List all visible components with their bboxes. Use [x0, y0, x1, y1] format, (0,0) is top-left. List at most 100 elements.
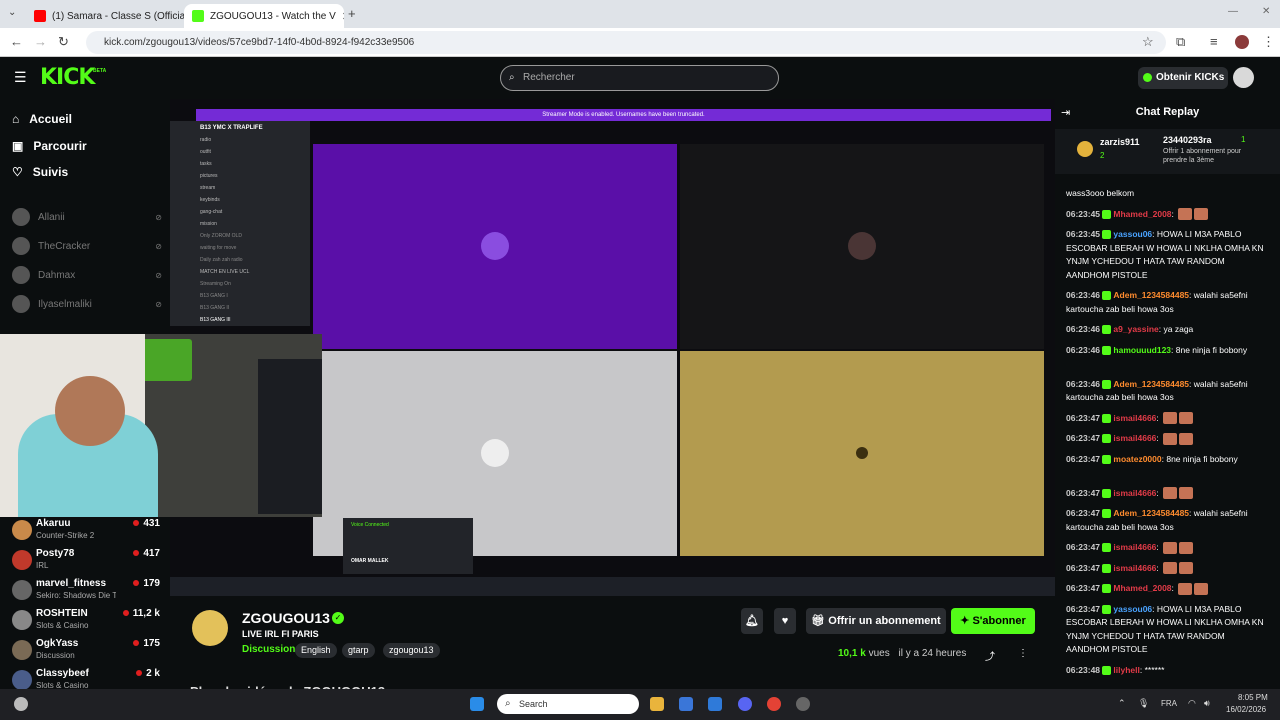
windows-start-icon[interactable] [470, 697, 484, 711]
obs-icon[interactable] [796, 697, 810, 711]
taskbar-search-label: Search [519, 699, 548, 709]
weather-icon[interactable] [14, 697, 28, 711]
chat-message: 06:23:46 a9_yassine: ya zaga [1066, 324, 1194, 335]
avatar [12, 640, 32, 660]
forward-icon[interactable]: → [34, 34, 47, 49]
file-explorer-icon[interactable] [650, 697, 664, 711]
channel-name: Dahmax [38, 269, 76, 281]
recommended-channel[interactable]: Posty78 IRL 417 [10, 546, 160, 576]
tag-pill[interactable]: gtarp [342, 643, 375, 658]
offline-icon: ⊘ [155, 270, 162, 280]
followed-channel[interactable]: Allanii ⊘ [12, 208, 162, 226]
message-username[interactable]: Mhamed_2008 [1113, 209, 1171, 219]
message-username[interactable]: Adem_1234584485 [1113, 290, 1189, 300]
sidebar-item-parcourir[interactable]: ▣ Parcourir [12, 139, 87, 153]
video-tile-purple [313, 144, 677, 349]
message-username[interactable]: ismail4666 [1113, 542, 1156, 552]
pinned-gifters: zarzis911 2 23440293ra 1 Offrir 1 abonne… [1055, 129, 1280, 174]
followed-channel[interactable]: TheCracker ⊘ [12, 237, 162, 255]
message-username[interactable]: ismail4666 [1113, 563, 1156, 573]
search-placeholder: Rechercher [523, 72, 575, 83]
store-icon[interactable] [679, 697, 693, 711]
profile-avatar[interactable] [1235, 35, 1249, 49]
emote-icon [1163, 541, 1178, 554]
chevron-up-icon[interactable]: ⌃ [1118, 698, 1126, 709]
tab-kick[interactable]: ZGOUGOU13 - Watch the V ✕ [184, 4, 344, 28]
message-text: ****** [1144, 664, 1165, 675]
recommended-channel[interactable]: OgkYass Discussion 175 [10, 636, 160, 666]
emote-icon [1163, 487, 1178, 500]
tab-youtube[interactable]: (1) Samara - Classe S (Official M ✕ [26, 4, 184, 28]
followed-channel[interactable]: Ilyaselmaliki ⊘ [12, 295, 162, 313]
browser-menu-icon[interactable]: ⋮ [1262, 34, 1275, 50]
user-avatar[interactable] [1233, 67, 1254, 88]
edge-icon[interactable] [708, 697, 722, 711]
notification-bell-button[interactable]: 🔔︎ [741, 608, 763, 634]
message-time: 06:23:47 [1066, 562, 1101, 573]
message-username[interactable]: ismail4666 [1113, 413, 1156, 423]
get-kicks-button[interactable]: Obtenir KICKs [1138, 67, 1228, 89]
message-username[interactable]: yassou06 [1113, 229, 1152, 239]
message-username[interactable]: Adem_1234584485 [1113, 379, 1189, 389]
url-field[interactable]: kick.com/zgougou13/videos/57ce9bd7-14f0-… [86, 31, 1166, 54]
message-username[interactable]: yassou06 [1113, 604, 1152, 614]
language-indicator[interactable]: FRA [1161, 699, 1177, 708]
subscribe-button[interactable]: ✦ S'abonner [951, 608, 1035, 634]
channel-item: B13 GANG I [200, 293, 228, 299]
close-window-icon[interactable]: ✕ [1262, 6, 1270, 17]
follow-heart-button[interactable]: ♥ [774, 608, 796, 634]
kick-logo[interactable]: KICK [40, 65, 95, 90]
message-username[interactable]: ismail4666 [1113, 433, 1156, 443]
category-link[interactable]: Discussion [242, 644, 295, 655]
taskbar-search[interactable]: ⌕ Search [497, 694, 639, 714]
message-username[interactable]: Mhamed_2008 [1113, 583, 1171, 593]
wifi-icon[interactable]: ◠ [1188, 698, 1196, 709]
message-username[interactable]: hamouuud123 [1113, 345, 1171, 355]
hamburger-icon[interactable]: ☰ [14, 69, 27, 86]
recommended-channel[interactable]: Akaruu Counter-Strike 2 431 [10, 516, 160, 546]
clock-date[interactable]: 16/02/2026 [1226, 705, 1266, 714]
mic-icon[interactable]: 🎙︎ [1138, 698, 1149, 709]
back-icon[interactable]: ← [10, 34, 23, 49]
offline-icon: ⊘ [155, 299, 162, 309]
more-options-icon[interactable]: ⋮ [1018, 648, 1028, 659]
sidebar-item-suivis[interactable]: ♡ Suivis [12, 165, 68, 179]
recommended-channel[interactable]: marvel_fitness Sekiro: Shadows Die T... … [10, 576, 160, 606]
channel-item: Streaming On [200, 281, 231, 287]
gift-sub-button[interactable]: 🎁︎ Offrir un abonnement [806, 608, 946, 634]
reading-list-icon[interactable]: ≡ [1210, 34, 1218, 49]
minimize-icon[interactable]: — [1228, 6, 1238, 17]
channel-item: tasks [200, 161, 212, 167]
heart-icon: ♡ [12, 165, 23, 179]
share-icon[interactable]: ⤴ [985, 648, 995, 663]
channel-name: OgkYass [36, 638, 79, 649]
followed-channel[interactable]: Dahmax ⊘ [12, 266, 162, 284]
message-username[interactable]: ismail4666 [1113, 488, 1156, 498]
beta-label: BETA [93, 68, 107, 74]
tag-pill[interactable]: English [295, 643, 337, 658]
discord-icon[interactable] [738, 697, 752, 711]
new-tab-icon[interactable]: + [348, 6, 356, 21]
offline-icon: ⊘ [155, 212, 162, 222]
message-username[interactable]: lilyhell [1113, 665, 1139, 675]
message-username[interactable]: moatez0000 [1113, 454, 1161, 464]
tag-pill[interactable]: zgougou13 [383, 643, 440, 658]
bookmark-star-icon[interactable]: ☆ [1142, 34, 1154, 50]
emote-icon [1179, 541, 1194, 554]
streamer-avatar[interactable] [192, 610, 228, 646]
extensions-icon[interactable]: ⧉ [1176, 34, 1185, 50]
sidebar-item-accueil[interactable]: ⌂ Accueil [12, 112, 72, 126]
volume-icon[interactable]: 🔊︎ [1204, 698, 1210, 709]
message-text: 8ne ninja fi bobony [1166, 453, 1238, 464]
recommended-channel[interactable]: ROSHTEIN Slots & Casino 11,2 k [10, 606, 160, 636]
tab-menu-icon[interactable]: ⌄ [8, 7, 16, 18]
streamer-name[interactable]: ZGOUGOU13 [242, 610, 330, 626]
chrome-icon[interactable] [767, 697, 781, 711]
search-input[interactable]: ⌕ Rechercher [500, 65, 779, 91]
message-username[interactable]: Adem_1234584485 [1113, 508, 1189, 518]
discord-channel-list: B13 YMC X TRAPLIFE radio outfit tasks pi… [170, 121, 310, 326]
close-icon[interactable]: ✕ [342, 10, 344, 23]
reload-icon[interactable]: ↻ [58, 34, 69, 50]
clock-time[interactable]: 8:05 PM [1238, 693, 1268, 702]
message-username[interactable]: a9_yassine [1113, 324, 1158, 334]
